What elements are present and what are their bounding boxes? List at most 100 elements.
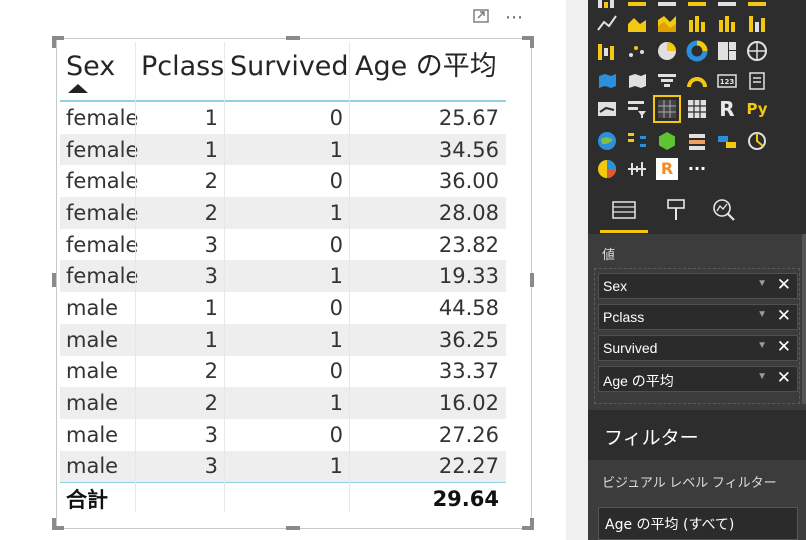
resize-handle-right[interactable] <box>530 273 534 287</box>
table-cell: 3 <box>204 422 218 447</box>
treemap-icon[interactable] <box>716 40 738 62</box>
area-chart-icon[interactable] <box>626 12 648 34</box>
column-header-pclass[interactable]: Pclass <box>136 42 225 100</box>
decomposition-tree-icon[interactable] <box>626 130 648 152</box>
table-row[interactable]: male 1 1 36.25 <box>60 323 506 356</box>
more-options-icon[interactable]: ⋯ <box>503 8 525 28</box>
table-cell: 27.26 <box>438 422 499 447</box>
arcgis-map-icon[interactable] <box>596 130 618 152</box>
ribbon-chart-icon[interactable] <box>746 12 768 34</box>
table-row[interactable]: female 1 1 34.56 <box>60 133 506 166</box>
stacked-area-chart-icon[interactable] <box>656 12 678 34</box>
qa-visual-icon[interactable] <box>716 130 738 152</box>
matrix-visual-icon[interactable] <box>686 98 708 120</box>
percent-column-chart-icon[interactable] <box>716 0 738 10</box>
clustered-column-chart-icon[interactable] <box>686 0 708 10</box>
field-name: Pclass <box>603 309 645 325</box>
hexagon-visual-icon[interactable] <box>656 130 678 152</box>
resize-handle-bottom[interactable] <box>286 526 300 530</box>
resize-handle-top-right-v[interactable] <box>530 36 534 48</box>
line-and-clustered-column-icon[interactable] <box>716 12 738 34</box>
chevron-down-icon[interactable]: ▼ <box>757 340 767 351</box>
pane-scrollbar[interactable] <box>802 234 806 404</box>
timeline-visual-icon[interactable] <box>626 158 648 180</box>
filter-card-age-average[interactable]: Age の平均 (すべて) <box>598 507 798 540</box>
funnel-icon[interactable] <box>656 70 678 92</box>
gauge-icon[interactable] <box>686 70 708 92</box>
resize-handle-bottom-right-v[interactable] <box>530 518 534 530</box>
scatter-chart-icon[interactable] <box>626 40 648 62</box>
analytics-tab-icon[interactable] <box>710 196 738 224</box>
fields-tab-icon[interactable] <box>610 196 638 224</box>
line-and-column-chart-icon[interactable] <box>686 12 708 34</box>
card-icon[interactable]: 123 <box>716 70 738 92</box>
r-script-visual-icon[interactable]: R <box>716 98 738 120</box>
table-row[interactable]: male 3 1 22.27 <box>60 450 506 483</box>
sort-ascending-icon <box>68 84 88 93</box>
shape-map-icon[interactable] <box>626 70 648 92</box>
filled-map-icon[interactable] <box>596 70 618 92</box>
table-row[interactable]: female 3 0 23.82 <box>60 229 506 261</box>
clustered-bar-chart-icon[interactable] <box>626 0 648 10</box>
column-header-survived[interactable]: Survived <box>225 42 350 100</box>
field-well-item[interactable]: Pclass ▼ ✕ <box>598 304 798 330</box>
close-icon[interactable]: ✕ <box>777 337 791 357</box>
table-cell: 1 <box>204 327 218 352</box>
table-cell: 36.00 <box>438 169 499 194</box>
table-cell: 22.27 <box>438 454 499 479</box>
field-well-item[interactable]: Sex ▼ ✕ <box>598 273 798 299</box>
resize-handle-top-left-v[interactable] <box>52 36 56 48</box>
close-icon[interactable]: ✕ <box>777 275 791 295</box>
table-row[interactable]: male 2 1 16.02 <box>60 387 506 419</box>
field-well-item[interactable]: Age の平均 ▼ ✕ <box>598 366 798 392</box>
total-label: 合計 <box>66 488 108 513</box>
table-row[interactable]: female 3 1 19.33 <box>60 260 506 293</box>
table-cell: 1 <box>329 327 343 352</box>
table-visual-icon[interactable] <box>653 95 681 123</box>
focus-mode-icon[interactable] <box>470 8 492 28</box>
waterfall-chart-icon[interactable] <box>596 40 618 62</box>
slicer-icon[interactable] <box>626 98 648 120</box>
close-icon[interactable]: ✕ <box>777 368 791 388</box>
table-row[interactable]: female 2 0 36.00 <box>60 165 506 197</box>
custom-visual-icon[interactable] <box>746 130 768 152</box>
table-cell: 1 <box>329 264 343 289</box>
field-well-item[interactable]: Survived ▼ ✕ <box>598 335 798 361</box>
donut-chart-icon[interactable] <box>686 40 708 62</box>
chevron-down-icon[interactable]: ▼ <box>757 278 767 289</box>
table-cell: 1 <box>329 454 343 479</box>
kpi-icon[interactable] <box>596 98 618 120</box>
more-visuals-icon[interactable]: ··· <box>686 158 708 180</box>
r-custom-visual-icon[interactable]: R <box>656 158 678 180</box>
format-tab-icon[interactable] <box>662 196 690 224</box>
column-header-age-average[interactable]: Age の平均 <box>350 42 506 100</box>
table-row[interactable]: male 1 0 44.58 <box>60 292 506 324</box>
close-icon[interactable]: ✕ <box>777 306 791 326</box>
table-cell: 0 <box>329 232 343 257</box>
chevron-down-icon[interactable]: ▼ <box>757 309 767 320</box>
multi-row-card-icon[interactable] <box>746 70 768 92</box>
line-chart-icon[interactable] <box>596 12 618 34</box>
stacked-column-chart-icon[interactable] <box>656 0 678 10</box>
resize-handle-bottom-left-v[interactable] <box>52 518 56 530</box>
resize-handle-left[interactable] <box>52 273 56 287</box>
table-row[interactable]: female 1 0 25.67 <box>60 102 506 134</box>
chevron-down-icon[interactable]: ▼ <box>757 371 767 382</box>
map-icon[interactable] <box>746 40 768 62</box>
table-cell: female <box>66 200 139 225</box>
sunburst-visual-icon[interactable] <box>596 158 618 180</box>
pane-tabs <box>588 190 806 234</box>
stacked-bar-chart-icon[interactable] <box>596 0 618 10</box>
table-row[interactable]: female 2 1 28.08 <box>60 197 506 229</box>
python-visual-icon[interactable]: Py <box>746 98 768 120</box>
table-row[interactable]: male 2 0 33.37 <box>60 356 506 388</box>
header-divider <box>135 42 136 100</box>
pie-chart-icon[interactable] <box>656 40 678 62</box>
data-table: Sex Pclass Survived Age の平均 female 1 0 25.6… <box>60 42 506 515</box>
values-section-title: 値 <box>602 247 616 262</box>
key-influencers-icon[interactable] <box>686 130 708 152</box>
table-row[interactable]: male 3 0 27.26 <box>60 419 506 451</box>
column-divider <box>135 100 136 512</box>
percent-bar-chart-icon[interactable] <box>746 0 768 10</box>
resize-handle-top[interactable] <box>286 36 300 40</box>
